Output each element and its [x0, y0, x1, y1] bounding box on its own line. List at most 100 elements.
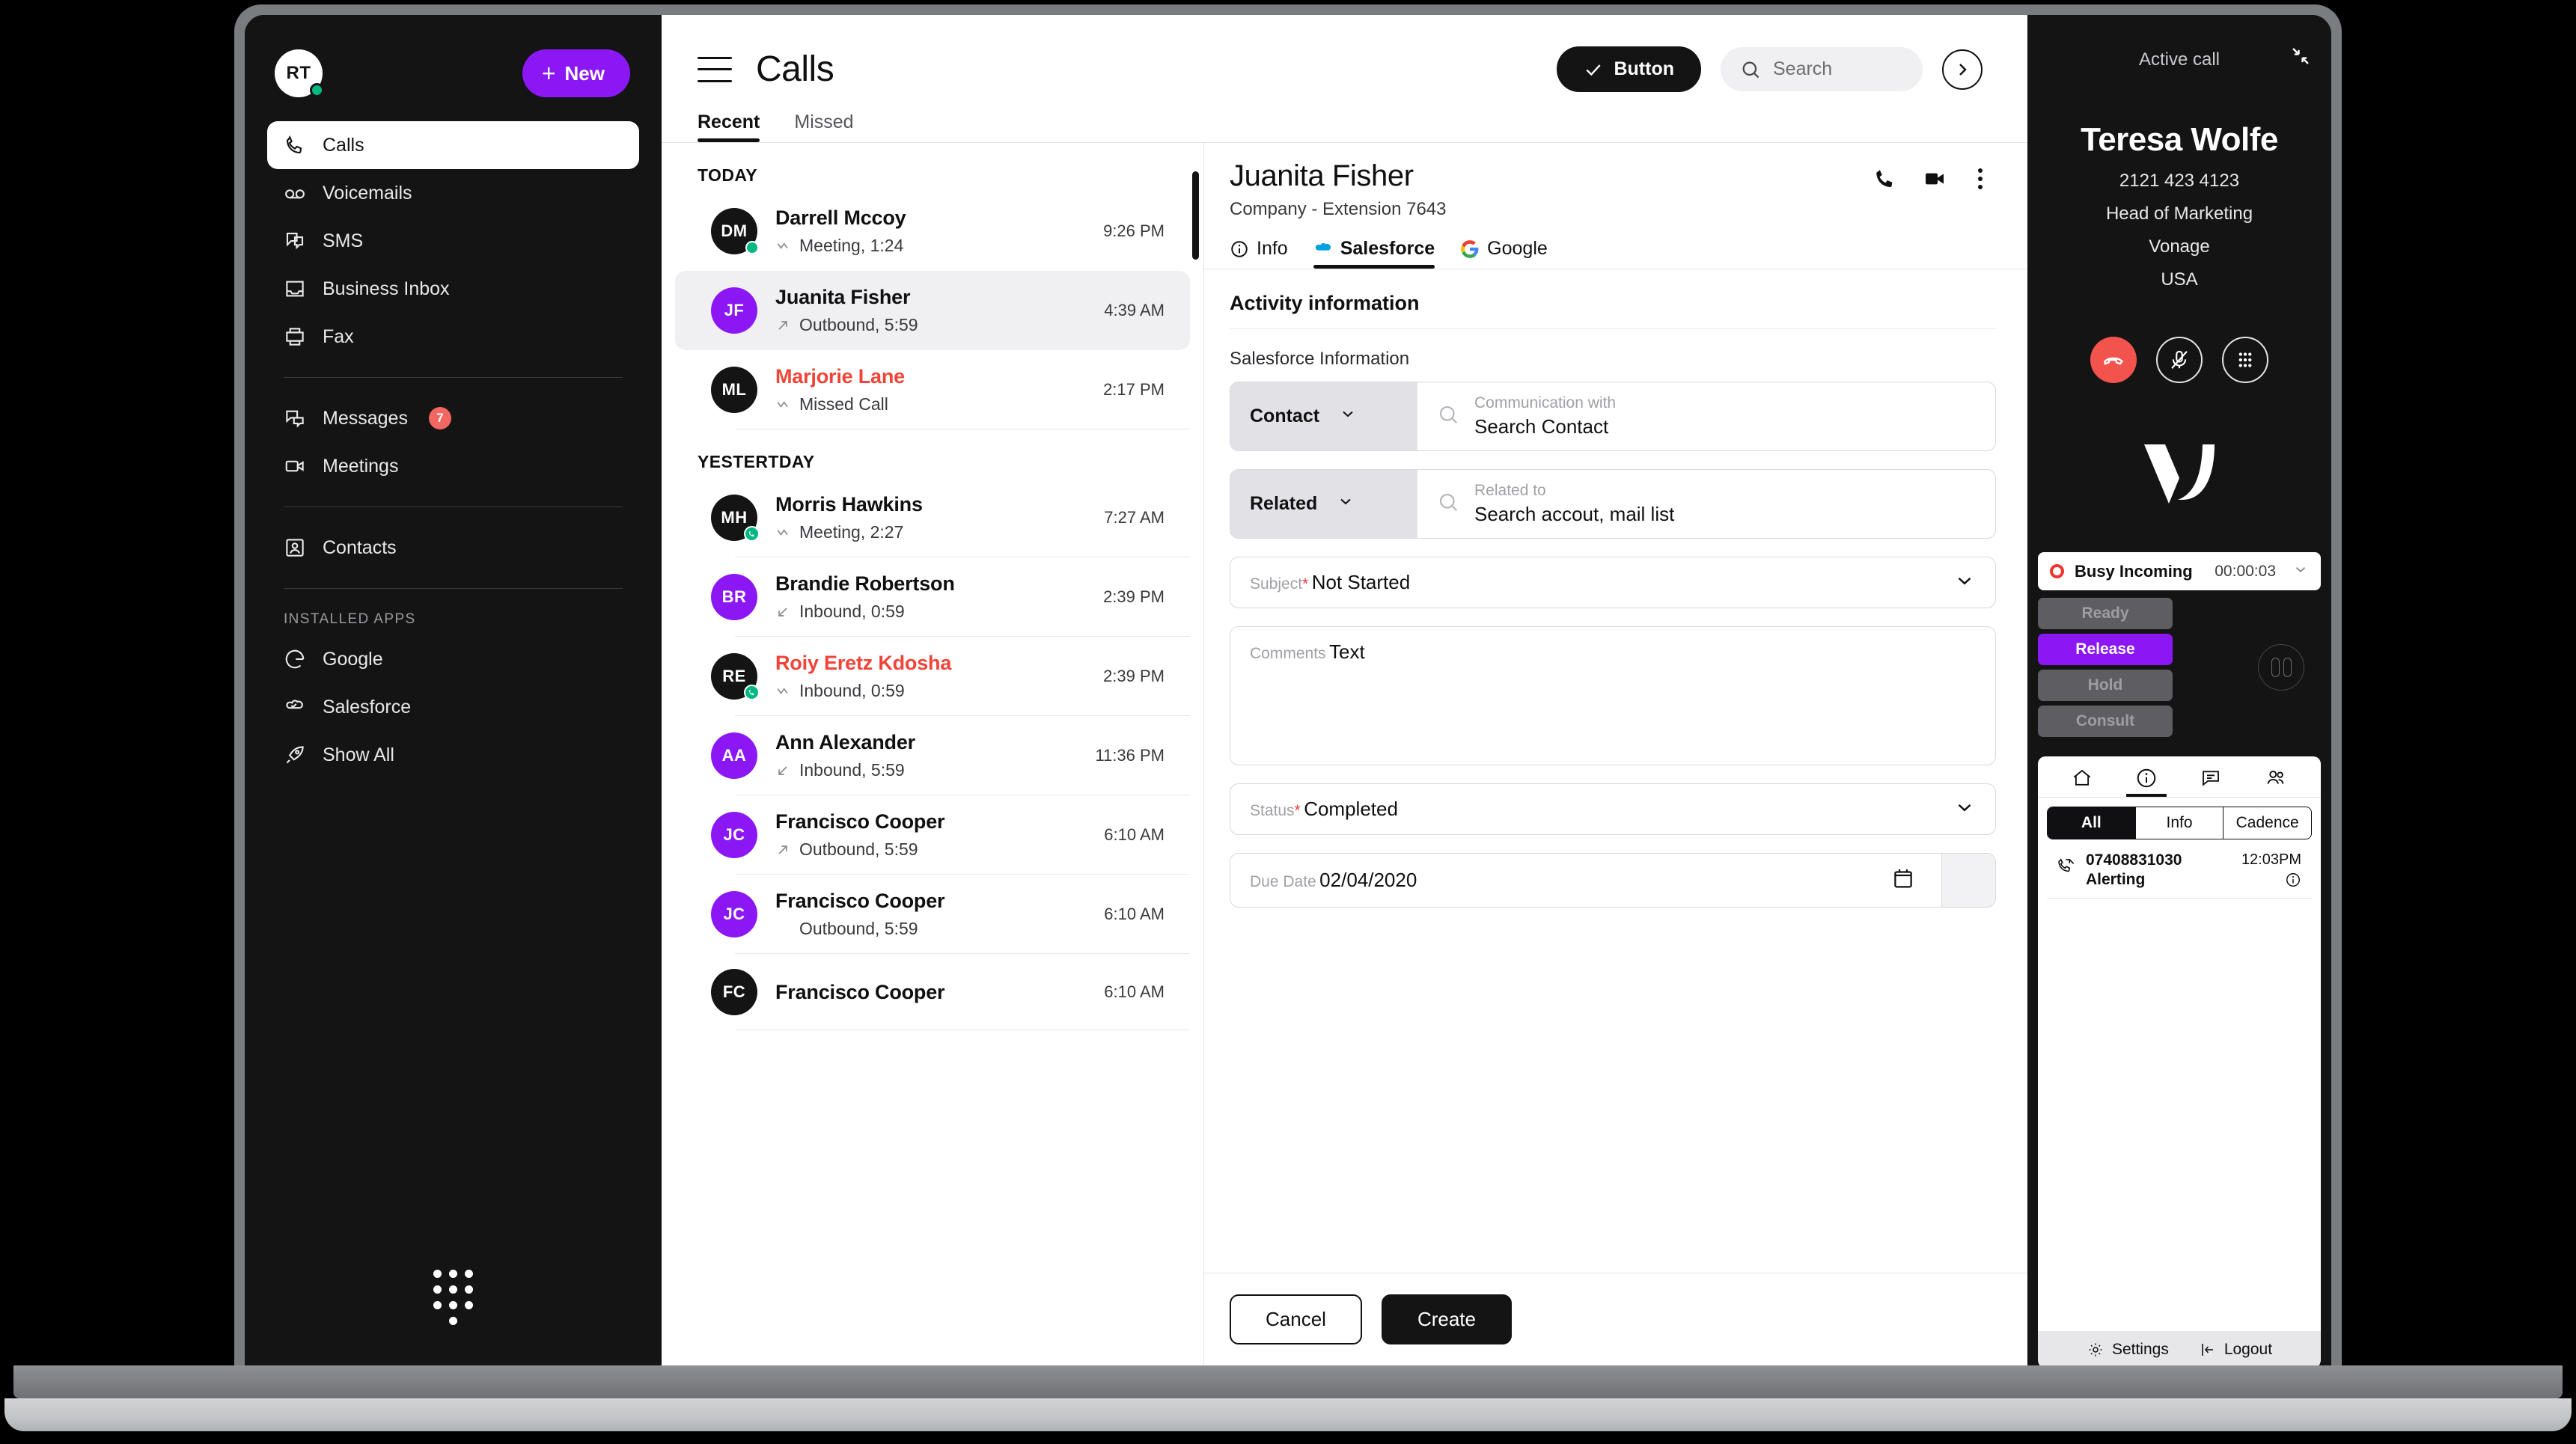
comments-textarea[interactable]: Comments Text: [1230, 626, 1996, 765]
ready-button[interactable]: Ready: [2038, 598, 2173, 629]
release-button[interactable]: Release: [2038, 634, 2173, 665]
call-list-item[interactable]: AA Ann Alexander Inbound, 5:59 11:36 PM: [675, 716, 1190, 795]
detail-contact-meta: Company - Extension 7643: [1230, 199, 1447, 219]
chevron-down-icon: [1337, 492, 1355, 516]
more-options-button[interactable]: [1972, 167, 1989, 191]
sidebar-item-business-inbox[interactable]: Business Inbox: [267, 265, 639, 313]
people-icon[interactable]: [2264, 767, 2288, 797]
tab-salesforce[interactable]: Salesforce: [1313, 238, 1435, 269]
keypad-button[interactable]: [2222, 337, 2268, 383]
segment-cadence[interactable]: Cadence: [2224, 807, 2311, 839]
collapse-icon[interactable]: [2289, 45, 2312, 71]
day-group-label: YESTERTDAY: [698, 452, 815, 471]
tab-missed[interactable]: Missed: [794, 111, 853, 142]
search-input[interactable]: Search: [1721, 47, 1923, 91]
avatar: DM: [711, 208, 759, 254]
mute-button[interactable]: [2156, 337, 2203, 383]
header-button[interactable]: Button: [1557, 46, 1701, 92]
rocket-icon: [284, 744, 306, 766]
field-label: Subject: [1250, 575, 1303, 593]
sidebar-item-show-all[interactable]: Show All: [267, 731, 639, 779]
call-list-item[interactable]: DM Darrell Mccoy Meeting, 1:24 9:26 PM: [675, 192, 1190, 271]
settings-button[interactable]: Settings: [2087, 1341, 2169, 1359]
on-call-badge-icon: [744, 526, 760, 542]
sidebar-item-label: Show All: [323, 744, 394, 765]
chat-icon[interactable]: [2200, 767, 2222, 797]
sidebar-item-label: Messages: [323, 407, 408, 429]
call-time: 2:17 PM: [1103, 380, 1165, 399]
sidebar-item-meetings[interactable]: Meetings: [267, 442, 639, 490]
sidebar-item-fax[interactable]: Fax: [267, 313, 639, 361]
avatar: JC: [711, 812, 757, 858]
user-avatar[interactable]: RT: [275, 49, 324, 97]
new-button[interactable]: + New: [522, 49, 630, 97]
field-label: Due Date: [1250, 873, 1316, 890]
hamburger-menu-icon[interactable]: [698, 56, 732, 82]
related-type-select[interactable]: Related: [1230, 470, 1417, 538]
missed-arrow-icon: [775, 239, 790, 254]
laptop-foot: [4, 1398, 2572, 1431]
sidebar-item-sms[interactable]: SMS: [267, 217, 639, 265]
sidebar-item-calls[interactable]: Calls: [267, 121, 639, 169]
agent-state-controls: Ready Release Hold Consult: [2038, 598, 2321, 737]
related-search-input[interactable]: Related to Search accout, mail list: [1417, 470, 1995, 538]
sidebar-item-voicemails[interactable]: Voicemails: [267, 169, 639, 217]
hold-button[interactable]: Hold: [2038, 670, 2173, 701]
next-page-button[interactable]: [1942, 49, 1983, 90]
app-window: RT + New Calls Voicemails SMS Business I…: [245, 15, 2331, 1370]
due-date-field[interactable]: Due Date 02/04/2020: [1230, 853, 1996, 908]
call-button[interactable]: [1873, 167, 1897, 191]
cti-call-entry[interactable]: 07408831030 Alerting 12:03PM: [2047, 842, 2312, 899]
video-call-button[interactable]: [1923, 167, 1947, 191]
sidebar-item-messages[interactable]: Messages 7: [267, 394, 639, 442]
sidebar-item-label: Voicemails: [323, 182, 412, 204]
call-list-item[interactable]: ML Marjorie Lane Missed Call 2:17 PM: [675, 350, 1190, 429]
call-list-item[interactable]: RE Roiy Eretz Kdosha Inbound, 0:59 2:39 …: [675, 637, 1190, 716]
pause-button[interactable]: [2258, 644, 2304, 691]
segment-all[interactable]: All: [2048, 807, 2135, 839]
voicemail-icon: [284, 182, 306, 204]
mute-icon: [2171, 350, 2188, 369]
sidebar-item-contacts[interactable]: Contacts: [267, 524, 639, 572]
info-icon[interactable]: [2126, 767, 2167, 797]
avatar-initials: BR: [711, 574, 757, 620]
sidebar-item-google[interactable]: Google: [267, 635, 639, 683]
contact-type-select[interactable]: Contact: [1230, 382, 1417, 450]
logout-button[interactable]: Logout: [2199, 1341, 2272, 1359]
outbound-arrow-icon: [775, 842, 790, 857]
call-contact-name: Juanita Fisher: [775, 286, 911, 308]
hangup-button[interactable]: [2090, 337, 2137, 383]
tab-info[interactable]: Info: [1230, 238, 1288, 269]
agent-status-bar[interactable]: Busy Incoming 00:00:03: [2038, 552, 2321, 590]
call-list-item[interactable]: JF Juanita Fisher Outbound, 5:59 4:39 AM: [675, 271, 1190, 350]
tab-recent[interactable]: Recent: [698, 111, 760, 142]
status-select[interactable]: Status* Completed: [1230, 783, 1996, 835]
dialpad-button[interactable]: [245, 1270, 662, 1325]
call-list-item[interactable]: BR Brandie Robertson Inbound, 0:59 2:39 …: [675, 557, 1190, 637]
avatar: RE: [711, 653, 760, 700]
cti-call-info-button[interactable]: [2241, 872, 2301, 888]
call-time: 2:39 PM: [1103, 667, 1165, 685]
contact-search-input[interactable]: Communication with Search Contact: [1417, 382, 1995, 450]
cancel-button[interactable]: Cancel: [1230, 1294, 1362, 1344]
sidebar-item-salesforce[interactable]: Salesforce: [267, 683, 639, 731]
subject-select[interactable]: Subject* Not Started: [1230, 557, 1996, 608]
call-list-item[interactable]: JC Francisco Cooper Outbound, 5:59 6:10 …: [675, 795, 1190, 875]
call-list-item[interactable]: JC Francisco Cooper Outbound, 5:59 6:10 …: [675, 875, 1190, 954]
cti-footer: Settings Logout: [2038, 1331, 2321, 1370]
segment-info[interactable]: Info: [2134, 807, 2224, 839]
create-button[interactable]: Create: [1381, 1294, 1512, 1344]
tab-google[interactable]: Google: [1460, 238, 1548, 269]
contact-detail-pane: Juanita Fisher Company - Extension 7643: [1204, 143, 2027, 1370]
call-detail: Inbound, 5:59: [799, 760, 905, 780]
calendar-icon[interactable]: [1890, 866, 1922, 895]
call-list-item[interactable]: FC Francisco Cooper 6:10 AM: [675, 954, 1190, 1030]
screenshot-stage: RT + New Calls Voicemails SMS Business I…: [0, 0, 2576, 1444]
call-list-scrollbar[interactable]: [1192, 171, 1199, 260]
chevron-down-icon[interactable]: [2286, 561, 2309, 581]
call-list-item[interactable]: MH Morris Hawkins Meeting, 2:27 7:27 AM: [675, 478, 1190, 557]
tab-label: Salesforce: [1340, 238, 1435, 259]
consult-button[interactable]: Consult: [2038, 706, 2173, 737]
cti-icon-tabs-rule: [2038, 797, 2321, 798]
home-icon[interactable]: [2071, 767, 2093, 797]
